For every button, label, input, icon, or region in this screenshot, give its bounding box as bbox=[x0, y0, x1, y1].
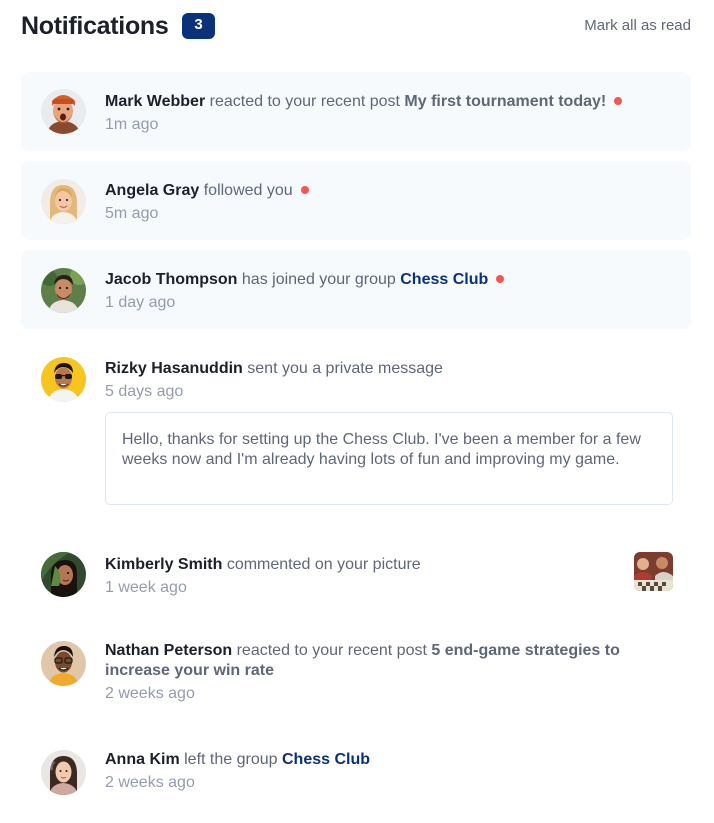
private-message-preview[interactable]: Hello, thanks for setting up the Chess C… bbox=[105, 412, 673, 505]
notification-action: sent you a private message bbox=[247, 360, 443, 377]
notification-action: followed you bbox=[203, 182, 293, 199]
unread-indicator bbox=[496, 274, 505, 283]
notification-action: commented on your picture bbox=[226, 556, 421, 573]
avatar-kimberly-smith[interactable] bbox=[41, 552, 86, 597]
notification-action: reacted to your recent post bbox=[236, 642, 427, 659]
notification-post-link[interactable]: My first tournament today! bbox=[404, 93, 606, 110]
unread-count-badge: 3 bbox=[182, 13, 215, 39]
avatar-anna-kim[interactable] bbox=[41, 750, 86, 795]
notification-time: 1 day ago bbox=[105, 294, 176, 311]
notification-action: left the group bbox=[184, 751, 278, 768]
notification-item[interactable]: Rizky Hasanuddin sent you a private mess… bbox=[21, 339, 691, 413]
notification-content: Anna Kim left the group Chess Club 2 wee… bbox=[105, 750, 671, 793]
notification-group-link[interactable]: Chess Club bbox=[400, 271, 488, 288]
notification-item[interactable]: Jacob Thompson has joined your group Che… bbox=[21, 250, 691, 329]
notification-time: 2 weeks ago bbox=[105, 774, 195, 791]
avatar-nathan-peterson[interactable] bbox=[41, 641, 86, 686]
avatar-angela-gray[interactable] bbox=[41, 179, 86, 224]
notification-user-name[interactable]: Jacob Thompson bbox=[105, 271, 237, 288]
notification-action: has joined your group bbox=[241, 271, 396, 288]
notification-time: 1 week ago bbox=[105, 579, 187, 596]
notification-user-name[interactable]: Mark Webber bbox=[105, 93, 205, 110]
notification-content: Mark Webber reacted to your recent post … bbox=[105, 92, 671, 135]
notification-content: Angela Gray followed you 5m ago bbox=[105, 181, 671, 224]
commented-picture-thumbnail[interactable] bbox=[634, 552, 673, 591]
avatar-angela-gray-image bbox=[41, 179, 86, 224]
notification-time: 5m ago bbox=[105, 205, 159, 222]
chess-picture-image bbox=[634, 552, 673, 591]
avatar-rizky-hasanuddin-image bbox=[41, 357, 86, 402]
avatar-nathan-peterson-image bbox=[41, 641, 86, 686]
page-title: Notifications bbox=[21, 12, 169, 40]
avatar-mark-webber[interactable] bbox=[41, 89, 86, 134]
avatar-kimberly-smith-image bbox=[41, 552, 86, 597]
unread-indicator bbox=[300, 185, 309, 194]
notification-time: 5 days ago bbox=[105, 383, 184, 400]
notification-time: 2 weeks ago bbox=[105, 685, 195, 702]
avatar-jacob-thompson[interactable] bbox=[41, 268, 86, 313]
notification-content: Kimberly Smith commented on your picture… bbox=[105, 555, 621, 598]
notifications-header: Notifications 3 Mark all as read bbox=[21, 10, 691, 44]
avatar-rizky-hasanuddin[interactable] bbox=[41, 357, 86, 402]
mark-all-as-read-link[interactable]: Mark all as read bbox=[584, 16, 691, 36]
notification-user-name[interactable]: Anna Kim bbox=[105, 751, 180, 768]
notification-item[interactable]: Mark Webber reacted to your recent post … bbox=[21, 72, 691, 151]
notification-item[interactable]: Angela Gray followed you 5m ago bbox=[21, 161, 691, 240]
unread-indicator bbox=[614, 96, 623, 105]
notification-user-name[interactable]: Angela Gray bbox=[105, 182, 199, 199]
avatar-jacob-thompson-image bbox=[41, 268, 86, 313]
notification-item[interactable]: Nathan Peterson reacted to your recent p… bbox=[21, 624, 691, 714]
notification-content: Jacob Thompson has joined your group Che… bbox=[105, 270, 671, 313]
avatar-mark-webber-image bbox=[41, 89, 86, 134]
notification-user-name[interactable]: Kimberly Smith bbox=[105, 556, 222, 573]
notification-user-name[interactable]: Rizky Hasanuddin bbox=[105, 360, 243, 377]
avatar-anna-kim-image bbox=[41, 750, 86, 795]
notification-content: Rizky Hasanuddin sent you a private mess… bbox=[105, 359, 671, 402]
notification-action: reacted to your recent post bbox=[209, 93, 400, 110]
notification-time: 1m ago bbox=[105, 116, 159, 133]
notification-group-link[interactable]: Chess Club bbox=[282, 751, 370, 768]
notification-item[interactable]: Anna Kim left the group Chess Club 2 wee… bbox=[21, 732, 691, 812]
notification-user-name[interactable]: Nathan Peterson bbox=[105, 642, 232, 659]
notification-item[interactable]: Kimberly Smith commented on your picture… bbox=[21, 535, 691, 609]
notification-content: Nathan Peterson reacted to your recent p… bbox=[105, 641, 671, 704]
